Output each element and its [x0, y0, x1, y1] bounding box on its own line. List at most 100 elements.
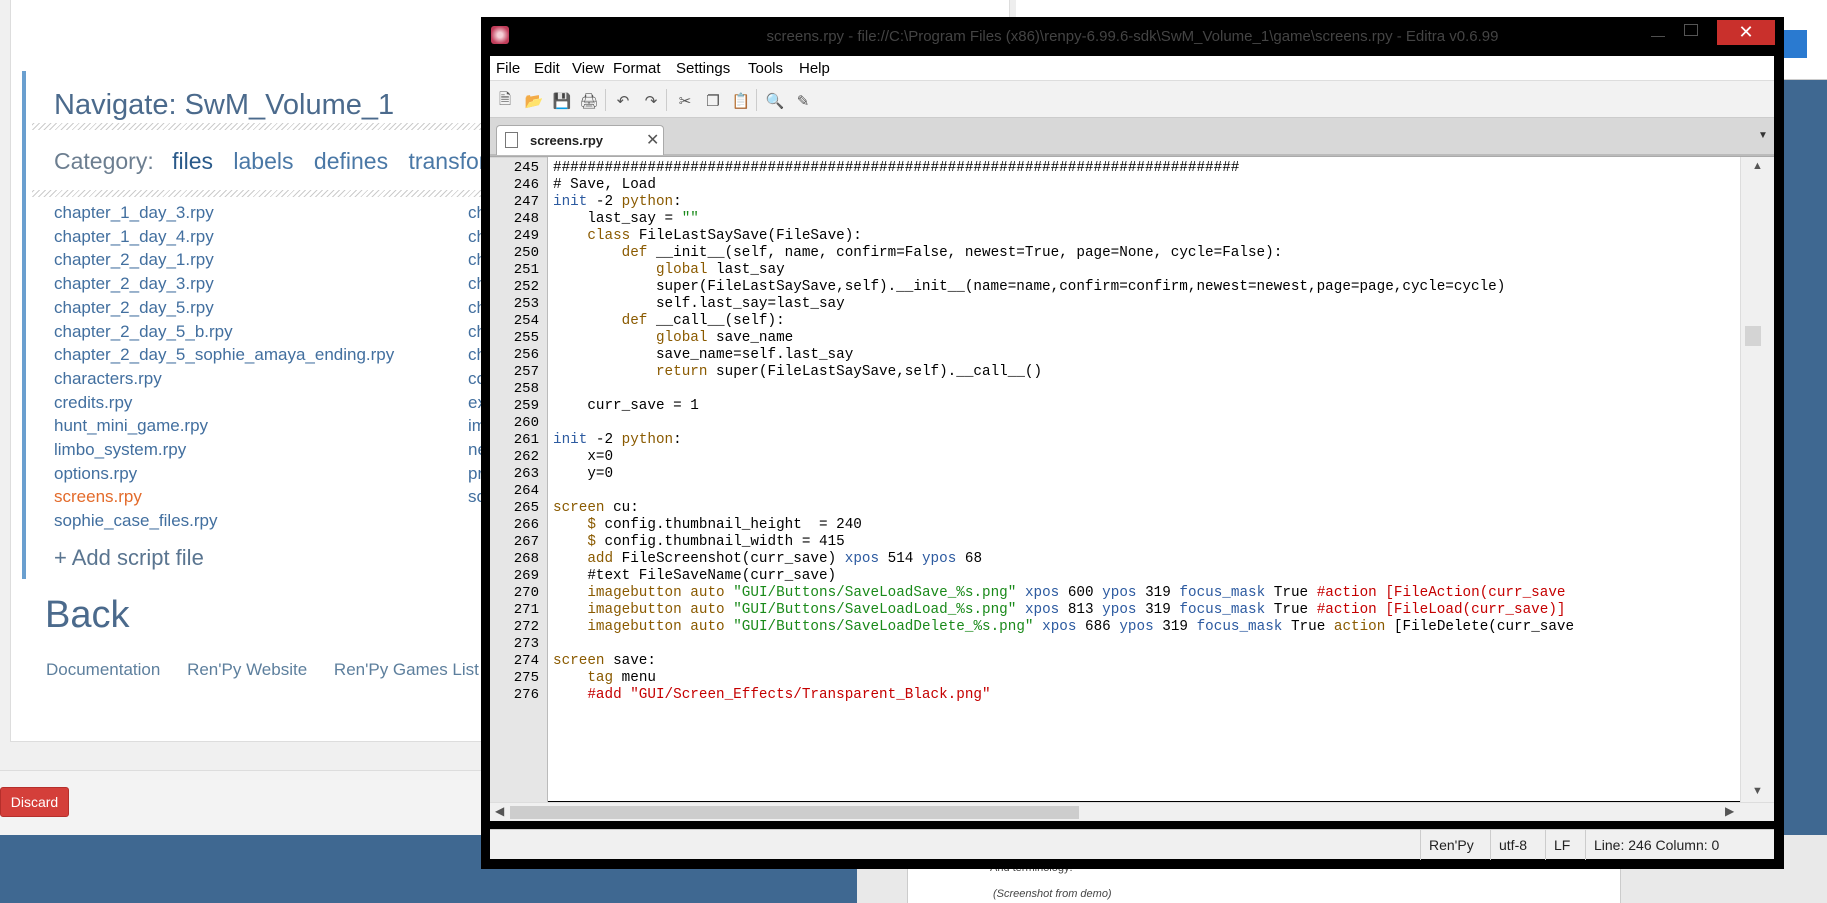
back-button[interactable]: Back: [45, 594, 129, 637]
code-line: super(FileLastSaySave,self).__init__(nam…: [553, 279, 1506, 295]
file-link[interactable]: chapter_1_day_3.rpy: [54, 201, 394, 225]
copy-icon[interactable]: ❐: [704, 92, 722, 110]
menu-edit[interactable]: Edit: [534, 60, 560, 77]
add-script-file-button[interactable]: + Add script file: [54, 545, 204, 571]
menu-tools[interactable]: Tools: [748, 60, 783, 77]
scroll-right-icon[interactable]: ▶: [1725, 804, 1734, 818]
code-line: add FileScreenshot(curr_save) xpos 514 y…: [587, 551, 983, 567]
renpy-website-link[interactable]: Ren'Py Website: [187, 660, 307, 679]
toolbar-separator: [605, 89, 606, 111]
line-number: 264: [513, 483, 539, 499]
scrollbar-thumb[interactable]: [1745, 326, 1761, 346]
file-link[interactable]: hunt_mini_game.rpy: [54, 414, 394, 438]
line-number: 254: [513, 313, 539, 329]
tab-bar: screens.rpy ✕ ▼: [490, 118, 1774, 156]
code-line: imagebutton auto "GUI/Buttons/SaveLoadSa…: [587, 585, 1566, 601]
line-number-gutter: 245 246 247 248 249 250 251 252 253 254 255 256 257 2…: [490, 157, 548, 802]
code-line: screen cu:: [553, 500, 639, 516]
menu-view[interactable]: View: [572, 60, 604, 77]
file-link[interactable]: chapter_2_day_5.rpy: [54, 296, 394, 320]
status-language: Ren'Py: [1420, 830, 1490, 860]
new-file-icon[interactable]: 🗎: [496, 90, 514, 110]
scroll-left-icon[interactable]: ◀: [495, 804, 504, 818]
browser-blue-button[interactable]: [1783, 30, 1807, 58]
category-labels[interactable]: labels: [233, 148, 293, 174]
file-link[interactable]: chapter_2_day_5_sophie_amaya_ending.rpy: [54, 343, 394, 367]
footer-links: Documentation Ren'Py Website Ren'Py Game…: [46, 660, 501, 680]
code-line: def __init__(self, name, confirm=False, …: [621, 245, 1283, 261]
menu-format[interactable]: Format: [613, 60, 661, 77]
code-line: def __call__(self):: [621, 313, 785, 329]
redo-icon[interactable]: ↷: [642, 92, 660, 110]
file-link[interactable]: chapter_1_day_4.rpy: [54, 225, 394, 249]
navigate-title: Navigate: SwM_Volume_1: [54, 89, 395, 121]
file-link[interactable]: chapter_2_day_3.rpy: [54, 272, 394, 296]
file-link[interactable]: characters.rpy: [54, 367, 394, 391]
file-link[interactable]: chapter_2_day_1.rpy: [54, 248, 394, 272]
find-replace-icon[interactable]: ✎: [794, 92, 812, 110]
line-number: 256: [513, 347, 539, 363]
code-line: # Save, Load: [553, 177, 656, 193]
code-editor[interactable]: 245 246 247 248 249 250 251 252 253 254 255 256 257 2…: [490, 156, 1774, 802]
close-icon: ✕: [1738, 22, 1754, 42]
renpy-games-list-link[interactable]: Ren'Py Games List: [334, 660, 479, 679]
category-defines[interactable]: defines: [314, 148, 388, 174]
file-link[interactable]: options.rpy: [54, 462, 394, 486]
open-folder-icon[interactable]: 📂: [525, 92, 544, 110]
line-number: 275: [513, 670, 539, 686]
menu-help[interactable]: Help: [799, 60, 830, 77]
tab-close-icon[interactable]: ✕: [646, 130, 659, 150]
file-link[interactable]: credits.rpy: [54, 391, 394, 415]
line-number: 265: [513, 500, 539, 516]
category-files[interactable]: files: [172, 148, 213, 174]
code-line: imagebutton auto "GUI/Buttons/SaveLoadDe…: [587, 619, 1575, 635]
line-number: 249: [513, 228, 539, 244]
code-line: last_say = "": [553, 211, 699, 227]
toolbar: 🗎 📂 💾 🖨 ↶ ↷ ✂ ❐ 📋 🔍 ✎: [490, 80, 1774, 118]
find-icon[interactable]: 🔍: [766, 92, 785, 110]
scrollbar-thumb[interactable]: [510, 806, 1079, 819]
file-link[interactable]: sophie_case_files.rpy: [54, 509, 394, 533]
cut-icon[interactable]: ✂: [676, 92, 694, 110]
vertical-scrollbar[interactable]: ▲ ▼: [1740, 157, 1774, 802]
line-number: 274: [513, 653, 539, 669]
menu-settings[interactable]: Settings: [676, 60, 730, 77]
code-line: ########################################…: [553, 160, 1240, 176]
line-number: 246: [513, 177, 539, 193]
file-link[interactable]: limbo_system.rpy: [54, 438, 394, 462]
horizontal-scrollbar[interactable]: ◀ ▶: [490, 802, 1774, 821]
file-link-active[interactable]: screens.rpy: [54, 485, 394, 509]
code-line: $ config.thumbnail_width = 415: [587, 534, 845, 550]
scroll-down-icon[interactable]: ▼: [1752, 785, 1763, 797]
code-line: imagebutton auto "GUI/Buttons/SaveLoadLo…: [587, 602, 1566, 618]
file-link[interactable]: chapter_2_day_5_b.rpy: [54, 320, 394, 344]
status-cursor-position: Line: 246 Column: 0: [1585, 830, 1755, 860]
menu-bar: File Edit View Format Settings Tools Hel…: [490, 56, 1774, 80]
code-line: #add "GUI/Screen_Effects/Transparent_Bla…: [587, 687, 991, 703]
minimize-icon[interactable]: —: [1651, 27, 1665, 43]
code-line: class FileLastSaySave(FileSave):: [587, 228, 862, 244]
scroll-up-icon[interactable]: ▲: [1752, 160, 1763, 172]
code-area[interactable]: ########################################…: [553, 157, 1740, 802]
line-number: 252: [513, 279, 539, 295]
document-icon: [505, 132, 518, 148]
line-number: 253: [513, 296, 539, 312]
tab-menu-icon[interactable]: ▼: [1758, 130, 1768, 141]
line-number: 263: [513, 466, 539, 482]
editra-titlebar[interactable]: screens.rpy - file://C:\Program Files (x…: [481, 17, 1784, 47]
tab-screens-rpy[interactable]: screens.rpy ✕: [496, 125, 664, 155]
discard-button[interactable]: Discard: [0, 787, 69, 817]
maximize-icon[interactable]: [1684, 24, 1698, 36]
save-icon[interactable]: 💾: [553, 92, 572, 110]
category-row: Category: files labels defines transform…: [54, 148, 531, 175]
line-number: 247: [513, 194, 539, 210]
menu-file[interactable]: File: [496, 60, 520, 77]
documentation-link[interactable]: Documentation: [46, 660, 160, 679]
code-line: init -2 python:: [553, 194, 682, 210]
undo-icon[interactable]: ↶: [614, 92, 632, 110]
paste-icon[interactable]: 📋: [732, 92, 751, 110]
close-button[interactable]: ✕: [1717, 20, 1775, 45]
print-icon[interactable]: 🖨: [579, 92, 598, 110]
